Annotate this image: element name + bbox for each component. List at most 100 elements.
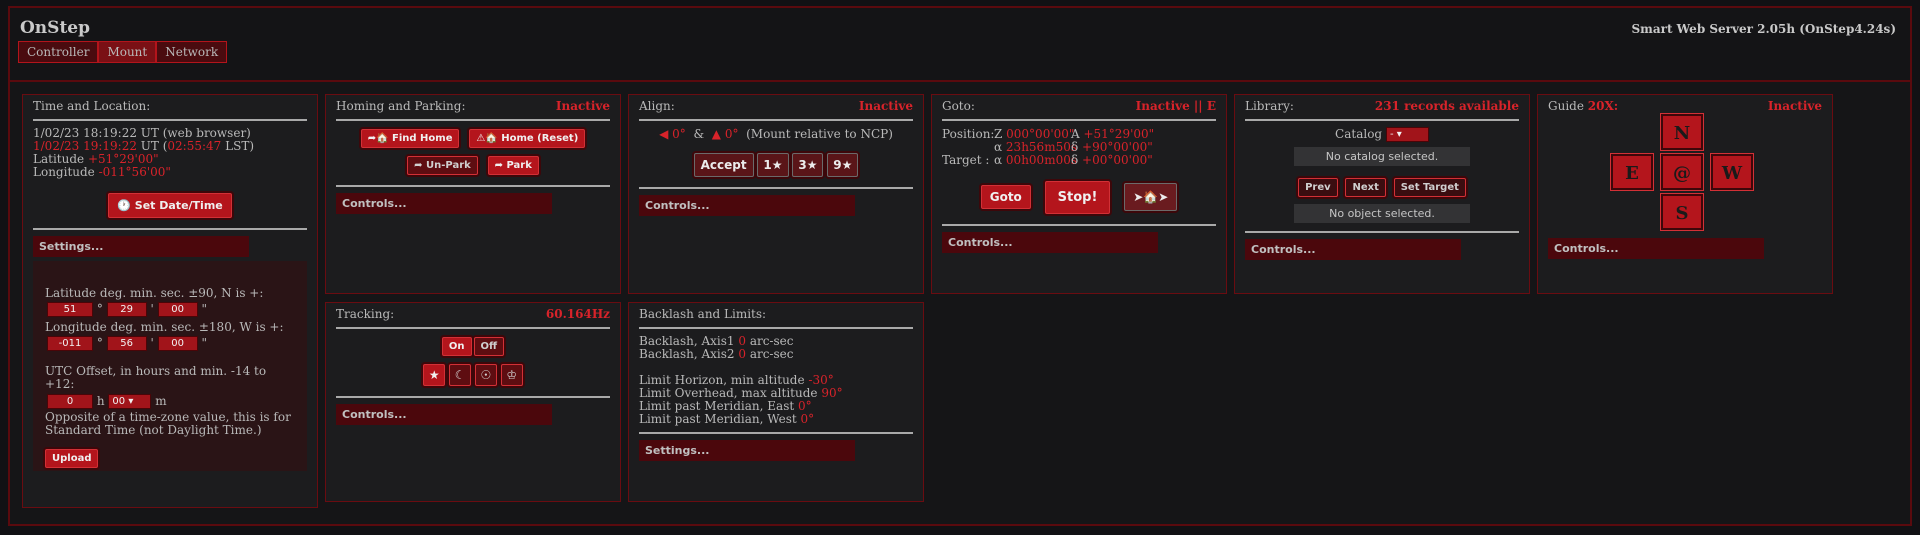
longitude-deg-input[interactable]: -011: [47, 336, 93, 351]
catalog-select[interactable]: - ▾: [1385, 127, 1429, 142]
home-reset-button[interactable]: ⚠🏠 Home (Reset): [469, 129, 586, 148]
homing-status: Inactive: [555, 99, 610, 113]
ut-time: 1/02/23 19:19:22: [33, 139, 137, 153]
tracking-on-button[interactable]: On: [441, 337, 472, 356]
backlash-panel: Backlash and Limits: Backlash, Axis1 0 a…: [628, 302, 924, 502]
upload-button[interactable]: Upload: [45, 449, 99, 468]
longitude-min-input[interactable]: 56: [106, 336, 147, 351]
tab-network[interactable]: Network: [156, 41, 228, 63]
park-button[interactable]: ➦ Park: [487, 156, 539, 175]
library-status: 231 records available: [1374, 99, 1519, 113]
library-controls-toggle[interactable]: Controls...: [1245, 239, 1461, 260]
goto-panel: Goto: Inactive || E Position: Target : Z …: [931, 94, 1227, 294]
backlash-axis1-value: 0: [738, 334, 746, 348]
limit-west-label: Limit past Meridian, West: [639, 412, 801, 426]
utc-help: UTC Offset, in hours and min. -14 to +12…: [45, 364, 267, 391]
home-icon: ➦🏠: [367, 133, 393, 144]
king-rate-button[interactable]: ♔: [500, 364, 523, 386]
divider: [1245, 119, 1519, 121]
prev-button[interactable]: Prev: [1298, 178, 1338, 197]
ampersand: &: [693, 127, 705, 141]
tab-controller[interactable]: Controller: [18, 41, 99, 63]
time-location-panel: Time and Location: 1/02/23 18:19:22 UT (…: [22, 94, 318, 508]
goto-home-button[interactable]: ➤🏠➤: [1124, 183, 1178, 211]
divider: [336, 396, 610, 398]
tracking-off-button[interactable]: Off: [473, 337, 505, 356]
lst-suffix: LST): [221, 139, 255, 153]
backlash-settings-toggle[interactable]: Settings...: [639, 440, 855, 461]
arrow-icon: ➦: [414, 160, 426, 171]
guide-west-button[interactable]: W: [1710, 153, 1754, 191]
guide-south-button[interactable]: S: [1660, 193, 1704, 231]
goto-button[interactable]: Goto: [980, 185, 1031, 209]
goto-controls-toggle[interactable]: Controls...: [942, 232, 1158, 253]
moon-icon: ☾: [454, 368, 466, 382]
deg-symbol: °: [96, 336, 103, 350]
tab-mount[interactable]: Mount: [98, 41, 157, 63]
min-symbol: ': [150, 336, 154, 350]
app-title: OnStep: [20, 18, 91, 38]
align-panel: Align: Inactive ◀ 0° & ▲ 0° (Mount relati…: [628, 94, 924, 294]
unpark-button[interactable]: ➦ Un-Park: [407, 156, 478, 175]
find-home-label: Find Home: [392, 133, 453, 144]
align-status: Inactive: [858, 99, 913, 113]
goto-coordinates: Position: Target : Z 000°00'00" A +51°29…: [942, 127, 1216, 167]
latitude-sec-input[interactable]: 00: [157, 302, 198, 317]
lunar-rate-button[interactable]: ☾: [449, 364, 472, 386]
solar-rate-button[interactable]: ☉: [474, 364, 497, 386]
ut-suffix: UT (: [136, 139, 168, 153]
limit-east-label: Limit past Meridian, East: [639, 399, 798, 413]
deg-symbol: °: [96, 302, 103, 316]
guide-panel: Guide 20X: Inactive N E @ W S Controls...: [1537, 94, 1833, 294]
panel-title: Time and Location:: [33, 99, 151, 113]
limit-overhead-value: 90°: [821, 386, 843, 400]
set-date-time-button[interactable]: 🕐 Set Date/Time: [108, 193, 232, 218]
ra-label: α: [994, 140, 1006, 154]
arrow-icon: ➦: [494, 160, 507, 171]
position-ra: 23h56m50s: [1005, 140, 1077, 154]
target-ra: 00h00m00s: [1005, 153, 1077, 167]
latitude-value: +51°29'00": [87, 152, 159, 166]
a-label: A: [1071, 127, 1084, 141]
next-button[interactable]: Next: [1345, 178, 1386, 197]
align-1-star-button[interactable]: 1★: [757, 153, 789, 177]
sec-symbol: ": [201, 336, 207, 350]
align-controls-toggle[interactable]: Controls...: [639, 195, 855, 216]
minutes-unit: m: [155, 394, 167, 408]
panel-title: Tracking: 60.164Hz: [336, 306, 610, 322]
accept-button[interactable]: Accept: [693, 153, 754, 177]
utc-minutes-select[interactable]: 00 ▾: [108, 394, 152, 409]
position-label: Position:: [942, 127, 995, 141]
library-title: Library:: [1245, 99, 1294, 113]
panel-title: Goto: Inactive || E: [942, 98, 1216, 114]
target-label: Target :: [942, 153, 990, 167]
align-9-star-button[interactable]: 9★: [827, 153, 859, 177]
panel-title: Library: 231 records available: [1245, 98, 1519, 114]
latitude-label: Latitude: [33, 152, 88, 166]
guide-east-button[interactable]: E: [1610, 153, 1654, 191]
ra-label: α: [994, 153, 1006, 167]
guide-sync-button[interactable]: @: [1660, 153, 1704, 191]
align-3-star-button[interactable]: 3★: [792, 153, 824, 177]
divider: [336, 327, 610, 329]
utc-hours-input[interactable]: 0: [47, 394, 93, 409]
star-icon: ★: [428, 368, 440, 382]
find-home-button[interactable]: ➦🏠 Find Home: [360, 129, 460, 148]
set-target-button[interactable]: Set Target: [1393, 178, 1466, 197]
tracking-controls-toggle[interactable]: Controls...: [336, 404, 552, 425]
divider: [639, 327, 913, 329]
sidereal-rate-button[interactable]: ★: [423, 364, 446, 386]
latitude-deg-input[interactable]: 51: [47, 302, 93, 317]
warning-home-icon: ⚠🏠: [476, 133, 502, 144]
panel-title: Guide 20X: Inactive: [1548, 98, 1822, 114]
guide-north-button[interactable]: N: [1660, 113, 1704, 151]
settings-toggle[interactable]: Settings...: [33, 236, 249, 257]
divider: [33, 228, 307, 230]
divider: [942, 119, 1216, 121]
longitude-sec-input[interactable]: 00: [157, 336, 198, 351]
main-area: Time and Location: 1/02/23 18:19:22 UT (…: [8, 80, 1912, 526]
latitude-min-input[interactable]: 29: [106, 302, 147, 317]
stop-button[interactable]: Stop!: [1044, 181, 1111, 214]
limit-horizon-label: Limit Horizon, min altitude: [639, 373, 809, 387]
homing-controls-toggle[interactable]: Controls...: [336, 193, 552, 214]
